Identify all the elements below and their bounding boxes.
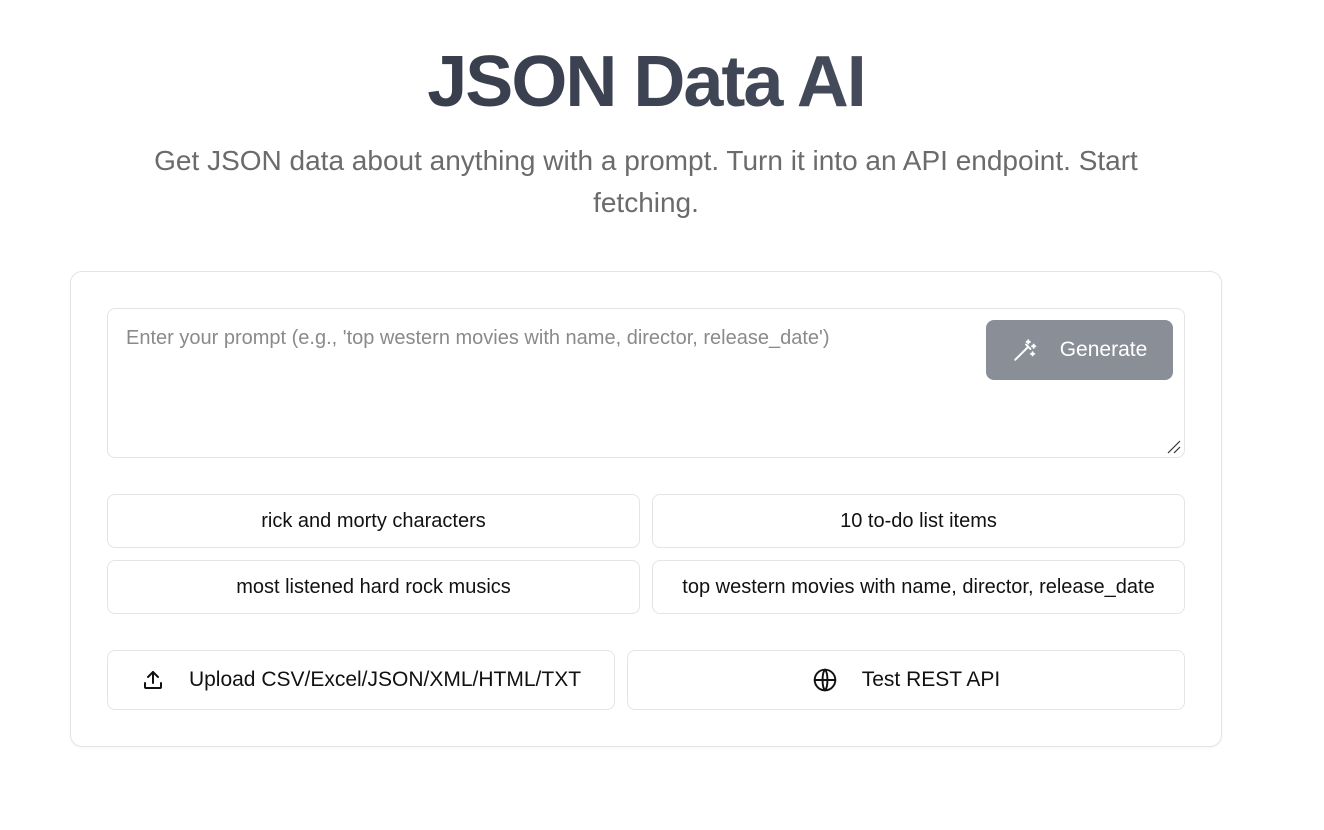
page-title: JSON Data AI	[0, 40, 1292, 124]
upload-icon	[141, 668, 165, 692]
example-chip[interactable]: rick and morty characters	[107, 494, 640, 548]
example-chip[interactable]: 10 to-do list items	[652, 494, 1185, 548]
example-chip[interactable]: most listened hard rock musics	[107, 560, 640, 614]
globe-icon	[812, 667, 838, 693]
magic-wand-icon	[1012, 337, 1038, 363]
resize-handle-icon[interactable]	[1166, 439, 1182, 455]
prompt-box: Generate	[107, 308, 1185, 458]
test-rest-api-button[interactable]: Test REST API	[627, 650, 1185, 710]
test-rest-api-label: Test REST API	[861, 668, 1001, 691]
prompt-card: Generate rick and morty characters 10 to…	[70, 271, 1222, 747]
example-chip[interactable]: top western movies with name, director, …	[652, 560, 1185, 614]
page-subtitle: Get JSON data about anything with a prom…	[154, 145, 1138, 218]
generate-button-label: Generate	[1059, 338, 1148, 361]
upload-file-button[interactable]: Upload CSV/Excel/JSON/XML/HTML/TXT	[107, 650, 615, 710]
upload-file-label: Upload CSV/Excel/JSON/XML/HTML/TXT	[188, 668, 582, 691]
generate-button[interactable]: Generate	[986, 320, 1173, 380]
